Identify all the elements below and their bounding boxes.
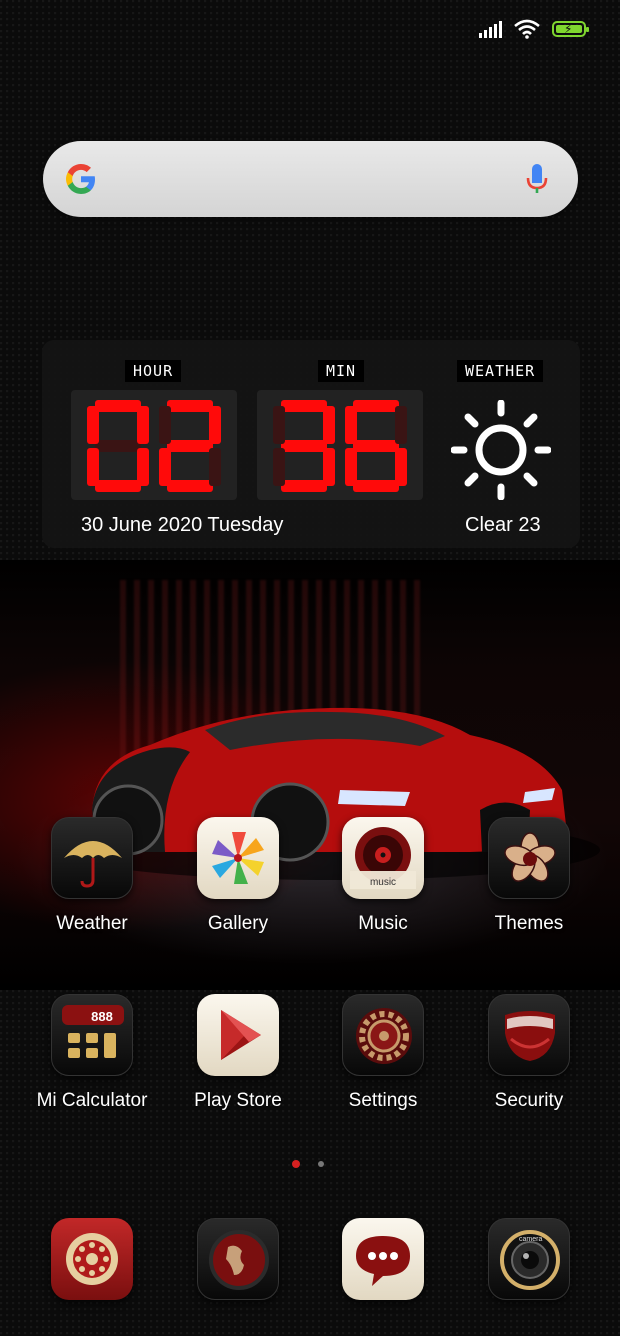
calculator-display-text: 888 [91, 1009, 113, 1024]
minute-digit-0-segment-d [281, 480, 327, 492]
page-dot-active[interactable] [292, 1160, 300, 1168]
app-themes[interactable]: Themes [464, 817, 594, 935]
hour-digit-0-segment-g [95, 440, 141, 452]
dock-messages[interactable] [318, 1218, 448, 1300]
minute-digit-1-segment-a [353, 400, 399, 412]
weather-text: Clear 23 [465, 514, 541, 536]
minute-digit-1-segment-c [395, 448, 407, 486]
vinyl-icon: music [342, 817, 424, 899]
clock-weather-widget[interactable]: HOUR MIN WEATHER 30 June 2020 Tuesday Cl… [42, 340, 580, 548]
hour-digit-0-segment-a [95, 400, 141, 412]
hour-digit-1-segment-e [159, 448, 171, 486]
page-indicator [292, 1160, 324, 1168]
hour-digit-1-segment-c [209, 448, 221, 486]
app-label: Themes [494, 913, 564, 934]
camera-icon: camera [488, 1218, 570, 1300]
gear-icon [342, 994, 424, 1076]
app-label: Weather [56, 913, 128, 934]
minute-digit-1-segment-g [353, 440, 399, 452]
dock-phone[interactable] [27, 1218, 157, 1300]
status-bar: ⚡ [479, 14, 589, 44]
app-security[interactable]: Security [464, 994, 594, 1112]
signal-icon [479, 20, 502, 38]
wifi-icon [514, 19, 540, 39]
chat-bubble-icon [342, 1218, 424, 1300]
hour-digit-1-segment-a [167, 400, 213, 412]
camera-icon-text: camera [519, 1236, 542, 1243]
minute-digit-0-segment-f [273, 406, 285, 444]
hour-label: HOUR [125, 360, 182, 382]
minute-digit-1-segment-e [345, 448, 357, 486]
sun-icon [451, 400, 551, 500]
weather-label: WEATHER [457, 360, 544, 382]
app-music[interactable]: music Music [318, 817, 448, 935]
music-icon-text: music [370, 877, 396, 888]
mic-icon[interactable] [526, 163, 548, 197]
minute-label: MIN [318, 360, 365, 382]
minute-display [257, 390, 423, 500]
app-settings[interactable]: Settings [318, 994, 448, 1112]
hour-digit-0-segment-e [87, 448, 99, 486]
play-store-icon [197, 994, 279, 1076]
date-text: 30 June 2020 Tuesday [81, 514, 284, 536]
minute-digit-0-segment-e [273, 448, 285, 486]
hour-digit-1-segment-g [167, 440, 213, 452]
minute-digit-1-segment-b [395, 406, 407, 444]
app-label: Settings [348, 1090, 418, 1111]
rotary-phone-icon [51, 1218, 133, 1300]
app-label: Gallery [207, 913, 269, 934]
google-g-icon [66, 164, 95, 194]
app-weather[interactable]: Weather [27, 817, 157, 935]
page-dot[interactable] [318, 1161, 324, 1167]
minute-digit-0-segment-g [281, 440, 327, 452]
hour-digit-0-segment-c [137, 448, 149, 486]
calculator-icon: 888 [51, 994, 133, 1076]
app-label: Play Store [194, 1090, 282, 1111]
app-label: Mi Calculator [36, 1090, 148, 1111]
app-label: Security [494, 1090, 564, 1111]
flower-icon [488, 817, 570, 899]
globe-icon [197, 1218, 279, 1300]
app-play-store[interactable]: Play Store [173, 994, 303, 1112]
dock-camera[interactable]: camera [464, 1218, 594, 1300]
hour-digit-0-segment-b [137, 406, 149, 444]
app-gallery[interactable]: Gallery [173, 817, 303, 935]
app-label: Music [358, 913, 408, 934]
hour-display [71, 390, 237, 500]
umbrella-icon [51, 817, 133, 899]
hour-digit-0-segment-f [87, 406, 99, 444]
hour-digit-1-segment-b [209, 406, 221, 444]
battery-charging-icon: ⚡ [552, 21, 589, 37]
shield-icon [488, 994, 570, 1076]
hour-digit-1-segment-d [167, 480, 213, 492]
app-mi-calculator[interactable]: 888 Mi Calculator [27, 994, 157, 1112]
pinwheel-icon [197, 817, 279, 899]
minute-digit-1-segment-f [345, 406, 357, 444]
minute-digit-0-segment-a [281, 400, 327, 412]
dock-browser[interactable] [173, 1218, 303, 1300]
hour-digit-1-segment-f [159, 406, 171, 444]
minute-digit-0-segment-b [323, 406, 335, 444]
hour-digit-0-segment-d [95, 480, 141, 492]
minute-digit-0-segment-c [323, 448, 335, 486]
minute-digit-1-segment-d [353, 480, 399, 492]
google-search-bar[interactable] [43, 141, 578, 217]
